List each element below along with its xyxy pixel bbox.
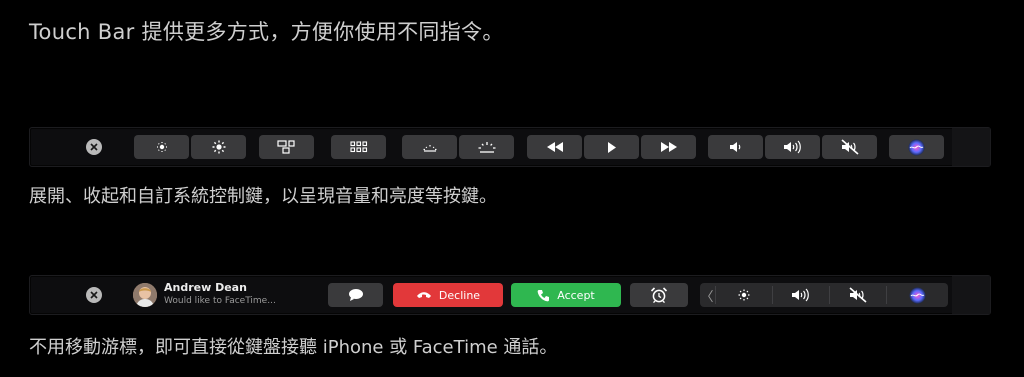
brightness-button[interactable] [716, 283, 772, 307]
close-icon [90, 291, 98, 299]
accept-button[interactable]: Accept [511, 283, 621, 307]
launchpad-icon [349, 141, 367, 153]
close-button[interactable] [86, 139, 102, 155]
volume-up-button[interactable] [765, 135, 820, 159]
brightness-up-icon [212, 140, 225, 154]
hang-up-icon [416, 292, 431, 298]
message-reply-button[interactable] [328, 283, 383, 307]
collapsed-control-strip: 〈 [700, 283, 948, 307]
touch-bar-incoming-call: Andrew Dean Would like to FaceTime... De… [29, 275, 991, 315]
touch-bar-control-strip [29, 127, 991, 167]
mute-button[interactable] [822, 135, 877, 159]
decline-label: Decline [438, 288, 481, 302]
expand-strip-button[interactable]: 〈 [700, 283, 714, 307]
accept-label: Accept [557, 288, 595, 302]
caption-middle: 展開、收起和自訂系統控制鍵，以呈現音量和亮度等按鍵。 [29, 186, 497, 207]
phone-icon [537, 289, 550, 301]
caller-subtitle: Would like to FaceTime... [164, 296, 276, 306]
caption-top: Touch Bar 提供更多方式，方便你使用不同指令。 [29, 20, 504, 44]
mute-button[interactable] [830, 283, 886, 307]
volume-down-icon [729, 142, 740, 152]
volume-up-icon [783, 140, 801, 154]
keyboard-brightness-up-icon [478, 142, 495, 153]
close-icon [90, 143, 98, 151]
remind-me-button[interactable] [630, 283, 688, 307]
keyboard-brightness-up-button[interactable] [459, 135, 514, 159]
bar-edge-shade [952, 128, 990, 166]
decline-button[interactable]: Decline [393, 283, 503, 307]
siri-button[interactable] [887, 283, 948, 307]
brightness-up-button[interactable] [191, 135, 246, 159]
brightness-icon [738, 289, 750, 301]
keyboard-brightness-down-button[interactable] [402, 135, 457, 159]
keyboard-brightness-down-icon [423, 145, 436, 152]
volume-button[interactable] [773, 283, 829, 307]
bar-edge-shade [952, 276, 990, 314]
rewind-icon [546, 142, 563, 152]
siri-icon [908, 139, 925, 155]
rewind-button[interactable] [527, 135, 582, 159]
volume-up-icon [792, 288, 809, 302]
brightness-down-icon [156, 142, 167, 152]
fast-forward-icon [660, 142, 677, 152]
chevron-left-icon: 〈 [700, 289, 714, 305]
caller-name: Andrew Dean [164, 281, 247, 294]
volume-down-button[interactable] [708, 135, 763, 159]
caller-photo-icon [133, 283, 157, 307]
caption-bottom: 不用移動游標，即可直接從鍵盤接聽 iPhone 或 FaceTime 通話。 [29, 337, 558, 358]
mission-control-icon [276, 140, 295, 154]
launchpad-button[interactable] [331, 135, 386, 159]
mission-control-button[interactable] [259, 135, 314, 159]
mute-icon [849, 287, 867, 303]
message-bubble-icon [348, 289, 363, 301]
brightness-down-button[interactable] [134, 135, 189, 159]
play-icon [607, 141, 616, 153]
play-button[interactable] [584, 135, 639, 159]
alarm-clock-icon [650, 287, 668, 303]
fast-forward-button[interactable] [641, 135, 696, 159]
mute-icon [840, 139, 859, 155]
siri-button[interactable] [889, 135, 944, 159]
siri-icon [909, 287, 926, 303]
close-button[interactable] [86, 287, 102, 303]
avatar [133, 283, 157, 307]
caller-info: Andrew Dean Would like to FaceTime... [164, 280, 276, 308]
